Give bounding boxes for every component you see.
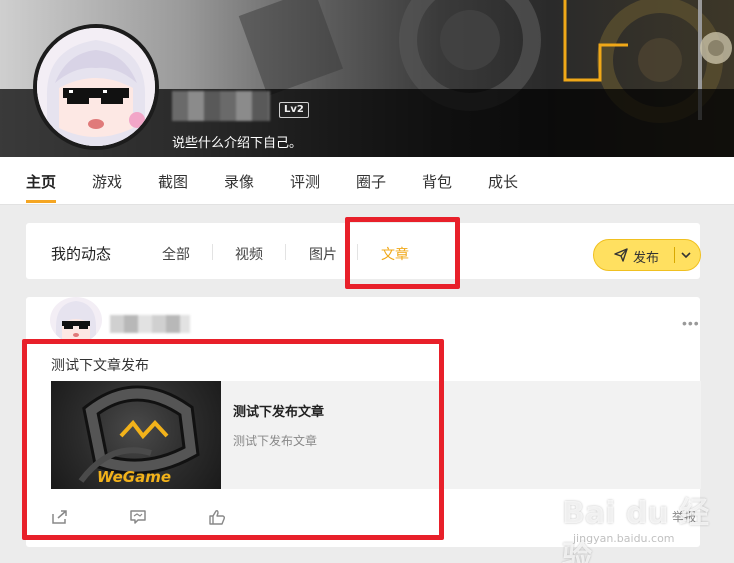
anime-avatar-image <box>50 297 102 343</box>
publish-button[interactable]: 发布 <box>593 239 701 271</box>
filter-divider <box>212 244 213 260</box>
level-badge: Lv2 <box>279 102 309 118</box>
watermark-url: jingyan.baidu.com <box>573 532 675 545</box>
filter-divider <box>285 244 286 260</box>
active-tab-indicator <box>26 200 56 203</box>
anime-avatar-image <box>37 28 155 146</box>
baidu-jingyan-watermark: Bai du 经验 <box>562 496 710 563</box>
profile-banner: Lv2 说些什么介绍下自己。 <box>0 0 734 157</box>
annotation-box-article-post <box>22 339 444 540</box>
publish-label: 发布 <box>633 250 660 265</box>
tab-games[interactable]: 游戏 <box>92 171 122 192</box>
tab-screenshots[interactable]: 截图 <box>158 171 188 192</box>
chevron-down-icon[interactable] <box>680 249 692 261</box>
tab-recordings[interactable]: 录像 <box>224 171 254 192</box>
post-author-redacted <box>110 315 190 333</box>
tab-backpack[interactable]: 背包 <box>422 171 452 192</box>
filter-images[interactable]: 图片 <box>309 244 337 264</box>
profile-nav: 主页 游戏 截图 录像 评测 圈子 背包 成长 <box>0 157 734 205</box>
profile-bio[interactable]: 说些什么介绍下自己。 <box>172 132 302 151</box>
tab-circles[interactable]: 圈子 <box>356 171 386 192</box>
filter-video[interactable]: 视频 <box>235 244 263 264</box>
feed-title: 我的动态 <box>51 246 112 263</box>
filter-all[interactable]: 全部 <box>162 244 190 264</box>
tab-reviews[interactable]: 评测 <box>290 171 320 192</box>
post-author-avatar[interactable] <box>50 297 102 343</box>
more-options-icon[interactable]: ••• <box>682 315 700 331</box>
username-redacted <box>172 91 270 121</box>
annotation-box-articles-tab <box>345 217 460 289</box>
tab-growth[interactable]: 成长 <box>488 171 518 192</box>
profile-avatar[interactable] <box>33 24 159 150</box>
send-icon <box>614 248 628 262</box>
publish-divider <box>674 247 675 263</box>
tab-home[interactable]: 主页 <box>26 171 56 192</box>
